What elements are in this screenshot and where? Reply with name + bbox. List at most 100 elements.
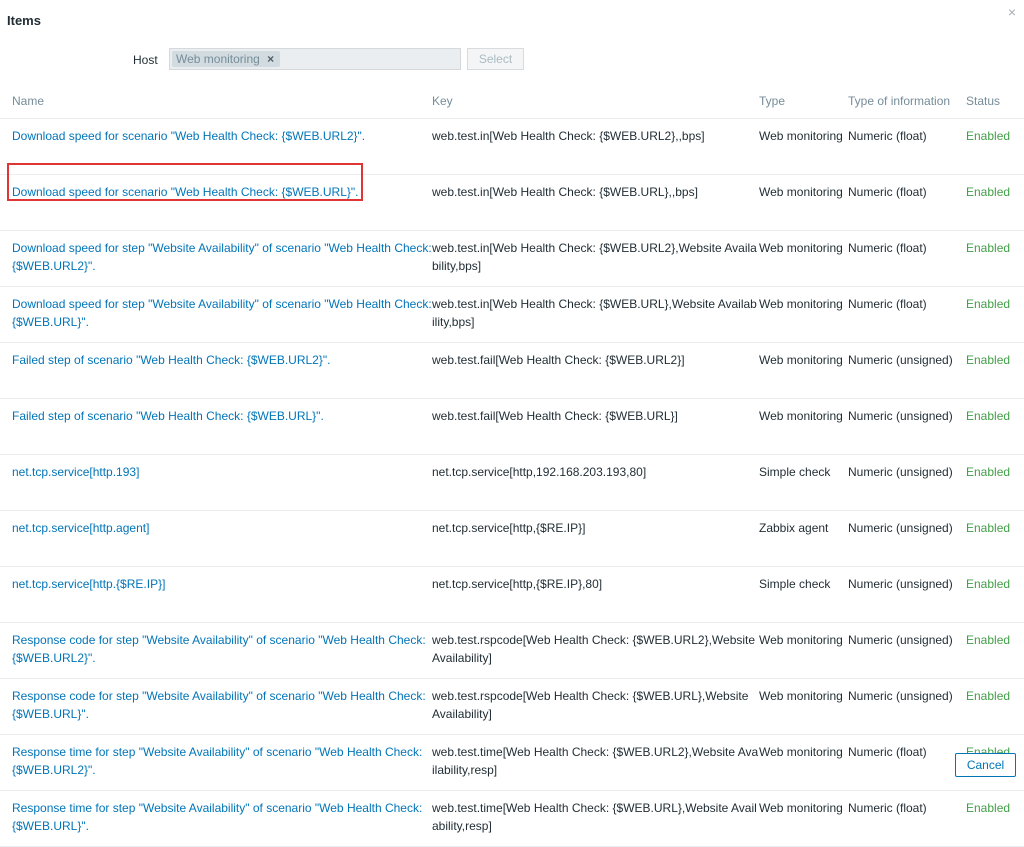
item-type-text: Web monitoring — [759, 689, 843, 703]
item-name-link[interactable]: Response time for step "Website Availabi… — [12, 801, 422, 833]
item-name-cell[interactable]: Download speed for scenario "Web Health … — [0, 118, 432, 175]
item-type-text: Web monitoring — [759, 745, 843, 759]
item-info-cell: Numeric (unsigned) — [848, 342, 966, 399]
items-table: Name Key Type Type of information Status… — [0, 88, 1024, 847]
table-row: Download speed for step "Website Availab… — [0, 230, 1024, 287]
dialog-title: Items — [7, 13, 41, 28]
item-name-link[interactable]: Download speed for scenario "Web Health … — [12, 129, 365, 143]
item-info-cell: Numeric (float) — [848, 790, 966, 847]
item-name-cell[interactable]: Failed step of scenario "Web Health Chec… — [0, 398, 432, 455]
host-chip-label: Web monitoring — [176, 52, 260, 66]
item-type-text: Zabbix agent — [759, 521, 829, 535]
item-name-link[interactable]: Response code for step "Website Availabi… — [12, 689, 426, 721]
item-name-link[interactable]: Failed step of scenario "Web Health Chec… — [12, 409, 324, 423]
item-info-cell: Numeric (unsigned) — [848, 566, 966, 623]
table-row: Failed step of scenario "Web Health Chec… — [0, 342, 1024, 399]
item-key-text: web.test.fail[Web Health Check: {$WEB.UR… — [432, 409, 678, 423]
chip-remove-icon[interactable]: × — [267, 52, 274, 66]
item-info-cell: Numeric (unsigned) — [848, 398, 966, 455]
item-name-cell[interactable]: Download speed for step "Website Availab… — [0, 286, 432, 343]
item-name-link[interactable]: net.tcp.service[http.agent] — [12, 521, 149, 535]
select-button[interactable]: Select — [467, 48, 524, 70]
item-name-link[interactable]: Response time for step "Website Availabi… — [12, 745, 422, 777]
item-type-cell: Web monitoring — [759, 678, 848, 735]
table-row: Response code for step "Website Availabi… — [0, 678, 1024, 735]
item-key-text: web.test.rspcode[Web Health Check: {$WEB… — [432, 633, 756, 665]
item-name-link[interactable]: Download speed for step "Website Availab… — [12, 241, 432, 273]
item-name-cell[interactable]: Response code for step "Website Availabi… — [0, 678, 432, 735]
item-name-link[interactable]: net.tcp.service[http.{$RE.IP}] — [12, 577, 165, 591]
item-key-cell: web.test.in[Web Health Check: {$WEB.URL}… — [432, 174, 759, 231]
item-key-cell: web.test.fail[Web Health Check: {$WEB.UR… — [432, 342, 759, 399]
status-badge: Enabled — [966, 185, 1011, 199]
item-status-cell: Enabled — [966, 118, 1024, 175]
item-name-link[interactable]: Download speed for scenario "Web Health … — [12, 185, 358, 199]
item-key-cell: net.tcp.service[http,{$RE.IP}] — [432, 510, 759, 567]
item-type-text: Web monitoring — [759, 129, 843, 143]
item-info-text: Numeric (unsigned) — [848, 577, 953, 591]
item-name-cell[interactable]: net.tcp.service[http.agent] — [0, 510, 432, 567]
item-name-cell[interactable]: Download speed for step "Website Availab… — [0, 230, 432, 287]
status-badge: Enabled — [966, 409, 1011, 423]
item-info-text: Numeric (unsigned) — [848, 353, 953, 367]
item-name-cell[interactable]: Response time for step "Website Availabi… — [0, 790, 432, 847]
host-multiselect[interactable]: Web monitoring × — [169, 48, 461, 70]
item-name-link[interactable]: Failed step of scenario "Web Health Chec… — [12, 353, 330, 367]
item-key-text: web.test.in[Web Health Check: {$WEB.URL2… — [432, 241, 757, 273]
item-info-text: Numeric (unsigned) — [848, 689, 953, 703]
item-status-cell: Enabled — [966, 230, 1024, 287]
item-type-text: Web monitoring — [759, 353, 843, 367]
item-status-cell: Enabled — [966, 286, 1024, 343]
table-row: net.tcp.service[http.193] net.tcp.service… — [0, 454, 1024, 511]
item-status-cell: Enabled — [966, 174, 1024, 231]
item-name-link[interactable]: Response code for step "Website Availabi… — [12, 633, 426, 665]
item-type-cell: Web monitoring — [759, 790, 848, 847]
item-type-cell: Web monitoring — [759, 230, 848, 287]
item-type-cell: Web monitoring — [759, 622, 848, 679]
item-key-cell: web.test.in[Web Health Check: {$WEB.URL2… — [432, 230, 759, 287]
item-info-cell: Numeric (float) — [848, 286, 966, 343]
item-name-link[interactable]: net.tcp.service[http.193] — [12, 465, 139, 479]
item-type-text: Web monitoring — [759, 297, 843, 311]
item-type-cell: Simple check — [759, 454, 848, 511]
item-name-cell[interactable]: Response time for step "Website Availabi… — [0, 734, 432, 791]
item-key-cell: web.test.in[Web Health Check: {$WEB.URL}… — [432, 286, 759, 343]
item-name-cell[interactable]: Response code for step "Website Availabi… — [0, 622, 432, 679]
item-status-cell: Enabled — [966, 510, 1024, 567]
item-name-cell[interactable]: net.tcp.service[http.193] — [0, 454, 432, 511]
item-info-text: Numeric (unsigned) — [848, 521, 953, 535]
item-status-cell: Enabled — [966, 566, 1024, 623]
item-key-text: web.test.time[Web Health Check: {$WEB.UR… — [432, 745, 759, 777]
item-name-cell[interactable]: Failed step of scenario "Web Health Chec… — [0, 342, 432, 399]
item-info-text: Numeric (float) — [848, 745, 927, 759]
item-type-cell: Web monitoring — [759, 118, 848, 175]
item-type-cell: Web monitoring — [759, 734, 848, 791]
item-status-cell: Enabled — [966, 454, 1024, 511]
item-status-cell: Enabled — [966, 342, 1024, 399]
close-icon[interactable]: × — [1008, 4, 1016, 20]
item-type-text: Web monitoring — [759, 185, 843, 199]
cancel-button[interactable]: Cancel — [955, 753, 1016, 777]
table-row: Response time for step "Website Availabi… — [0, 790, 1024, 847]
item-type-text: Simple check — [759, 465, 831, 479]
item-status-cell: Enabled — [966, 790, 1024, 847]
table-row: net.tcp.service[http.agent] net.tcp.servi… — [0, 510, 1024, 567]
host-chip: Web monitoring × — [172, 51, 281, 67]
item-name-cell[interactable]: net.tcp.service[http.{$RE.IP}] — [0, 566, 432, 623]
item-name-cell[interactable]: Download speed for scenario "Web Health … — [0, 174, 432, 231]
item-info-cell: Numeric (float) — [848, 118, 966, 175]
item-info-text: Numeric (unsigned) — [848, 409, 953, 423]
item-name-link[interactable]: Download speed for step "Website Availab… — [12, 297, 432, 329]
item-key-text: web.test.time[Web Health Check: {$WEB.UR… — [432, 801, 757, 833]
table-row: Download speed for scenario "Web Health … — [0, 118, 1024, 175]
item-info-cell: Numeric (unsigned) — [848, 622, 966, 679]
item-status-cell: Enabled — [966, 398, 1024, 455]
item-status-cell: Enabled — [966, 622, 1024, 679]
item-type-text: Web monitoring — [759, 409, 843, 423]
status-badge: Enabled — [966, 577, 1011, 591]
item-key-text: net.tcp.service[http,{$RE.IP},80] — [432, 577, 603, 591]
item-key-cell: web.test.time[Web Health Check: {$WEB.UR… — [432, 790, 759, 847]
column-header-key: Key — [432, 88, 759, 119]
item-status-cell: Enabled — [966, 678, 1024, 735]
item-info-cell: Numeric (unsigned) — [848, 678, 966, 735]
